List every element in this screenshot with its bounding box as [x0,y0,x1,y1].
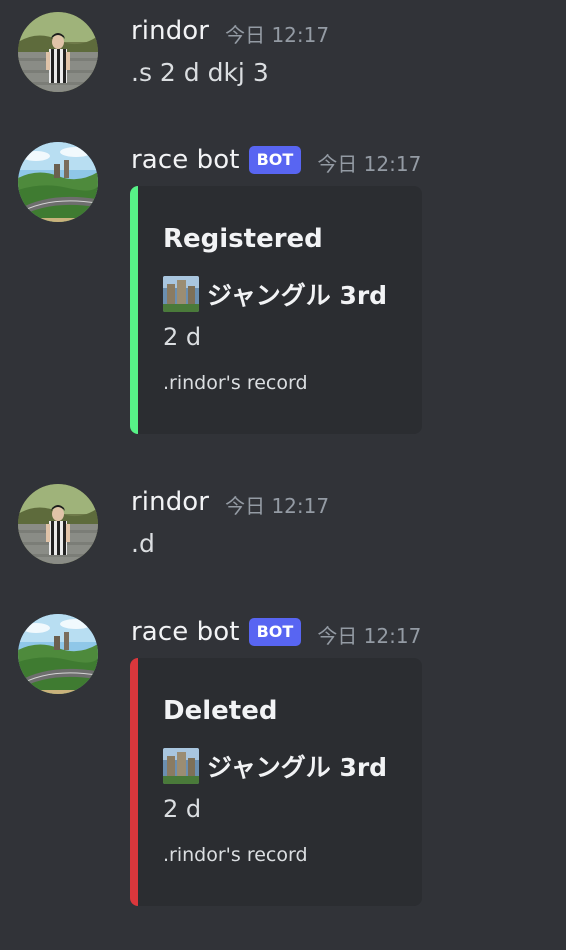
embed-title: Registered [163,224,323,254]
embed-field-name-text: ジャングル 3rd [207,753,388,782]
message-content: .s 2 d dkj 3 [131,58,269,87]
chat-message-list: rindor 今日 12:17 .s 2 d dkj 3 race bot BO… [0,0,566,950]
author-name[interactable]: race bot [131,617,240,647]
user-avatar[interactable] [18,12,98,92]
embed-title: Deleted [163,696,278,726]
track-thumbnail-icon [163,748,199,784]
message-timestamp[interactable]: 今日 12:17 [317,620,421,649]
message-timestamp[interactable]: 今日 12:17 [225,19,329,48]
race-track-avatar-icon [18,142,98,222]
bot-avatar[interactable] [18,614,98,694]
author-name[interactable]: race bot [131,145,240,175]
user-avatar-photo-icon [18,484,98,564]
embed-field-name: ジャングル 3rd [163,276,387,312]
message-timestamp[interactable]: 今日 12:17 [225,490,329,519]
embed-footer: .rindor's record [163,844,308,866]
embed-field-name-text: ジャングル 3rd [207,281,388,310]
message-timestamp[interactable]: 今日 12:17 [317,148,421,177]
embed-field-name: ジャングル 3rd [163,748,387,784]
message-header: race bot BOT 今日 12:17 [131,142,421,178]
author-name[interactable]: rindor [131,487,209,517]
message-header: rindor 今日 12:17 [131,13,329,49]
bot-badge: BOT [248,146,302,174]
track-thumbnail-icon [163,276,199,312]
embed-field-value: 2 d [163,323,202,351]
embed-color-bar [130,186,138,434]
user-avatar[interactable] [18,484,98,564]
message-header: rindor 今日 12:17 [131,484,329,520]
embed-field-value: 2 d [163,795,202,823]
message-embed: Deleted ジャングル 3rd 2 d .rindor's record [130,658,422,906]
race-track-avatar-icon [18,614,98,694]
author-name[interactable]: rindor [131,16,209,46]
message-content: .d [131,529,155,558]
embed-footer: .rindor's record [163,372,308,394]
bot-badge: BOT [248,618,302,646]
user-avatar-photo-icon [18,12,98,92]
embed-color-bar [130,658,138,906]
message-embed: Registered ジャングル 3rd 2 d .rindor's recor… [130,186,422,434]
bot-avatar[interactable] [18,142,98,222]
message-header: race bot BOT 今日 12:17 [131,614,421,650]
